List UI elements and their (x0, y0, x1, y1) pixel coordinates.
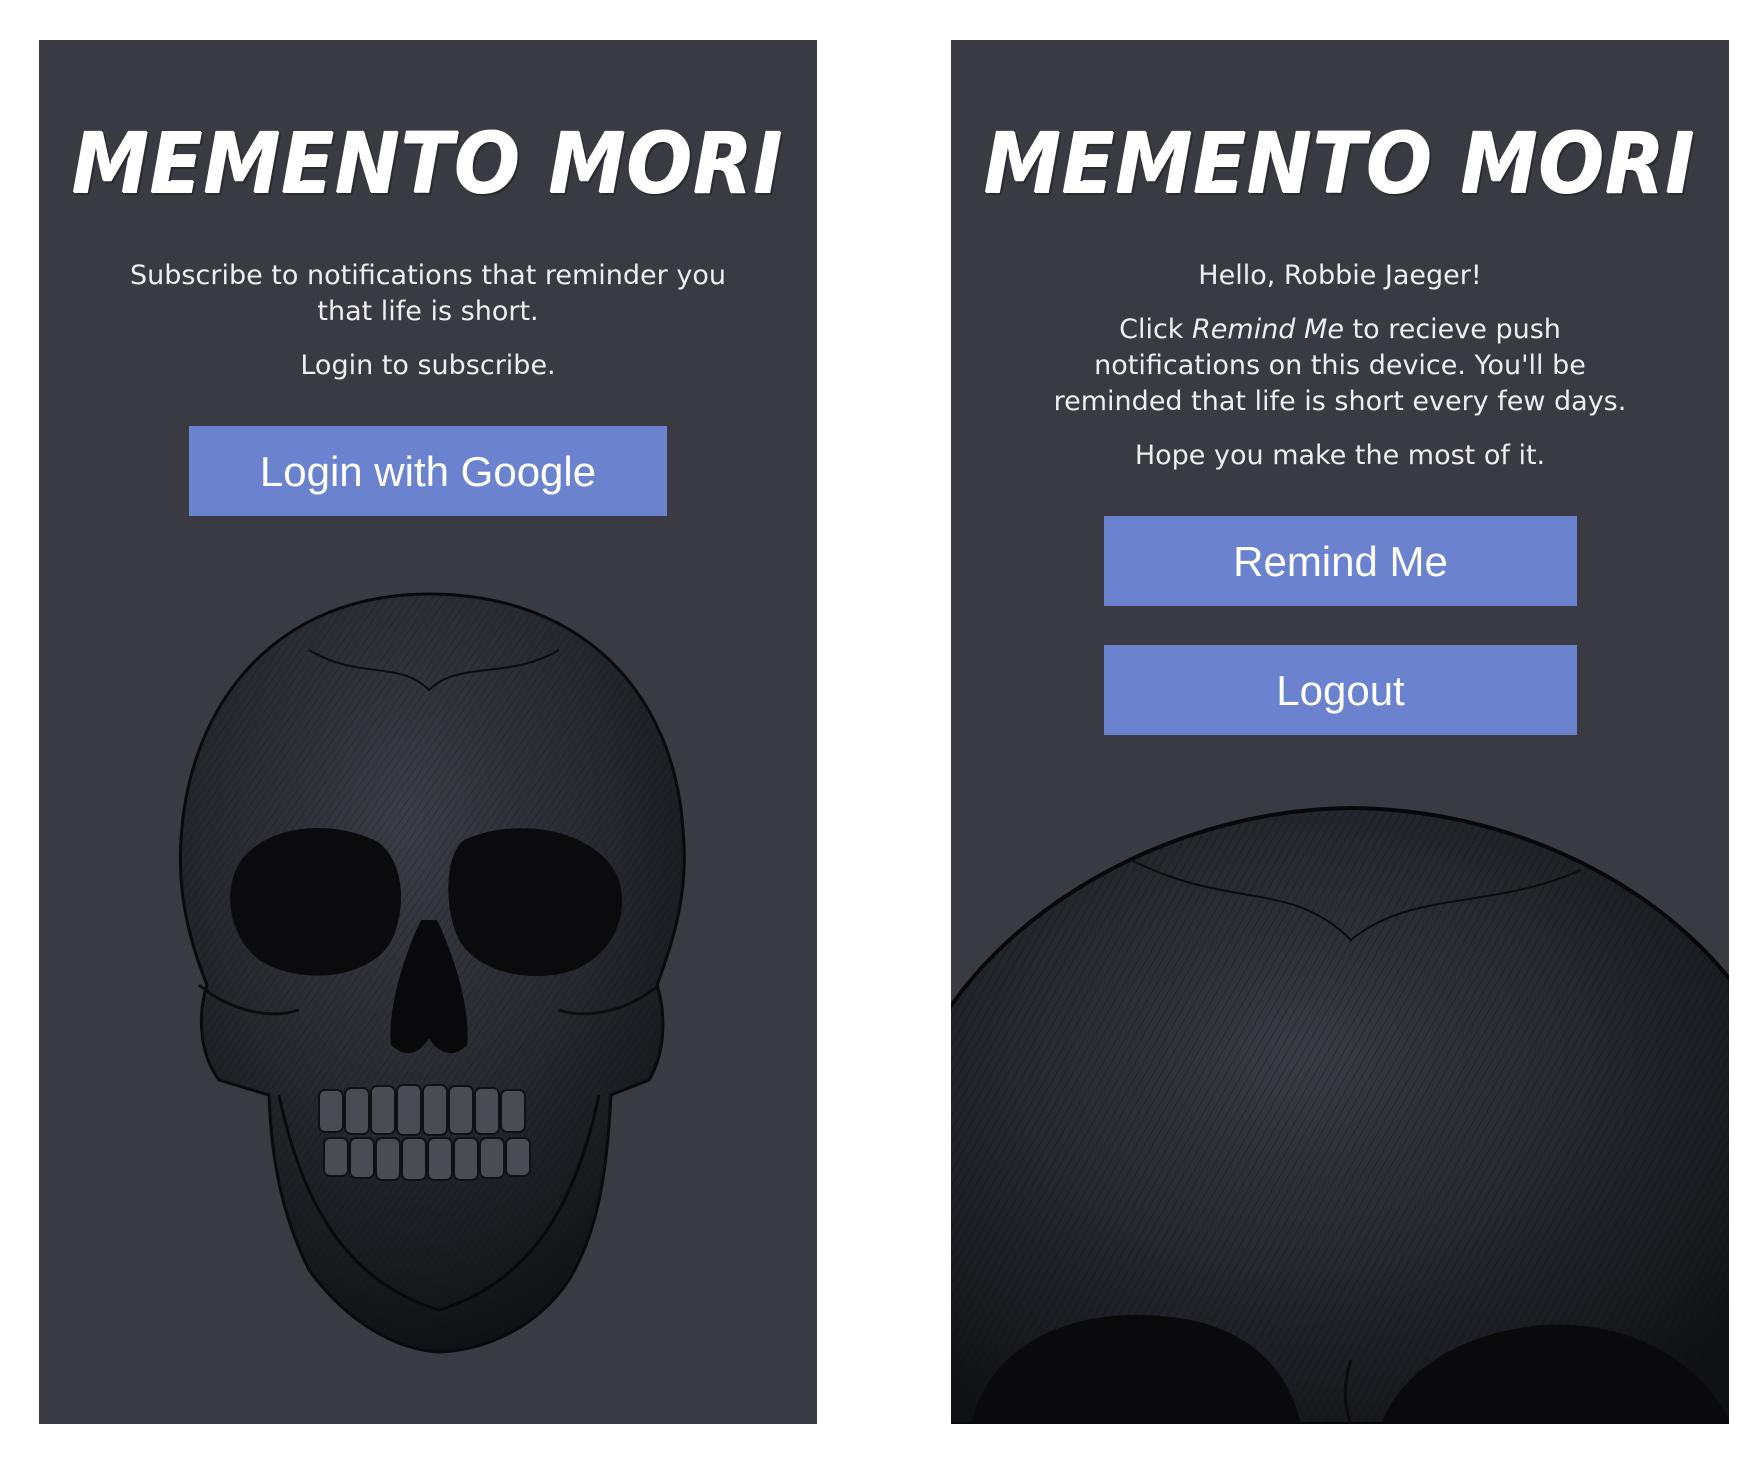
login-prompt: Login to subscribe. (300, 350, 556, 381)
logout-button[interactable]: Logout (1104, 645, 1577, 735)
instructions-prefix: Click (1119, 314, 1193, 345)
intro-line-2: that life is short. (317, 296, 539, 327)
login-prompt-wrap: Login to subscribe. (99, 348, 757, 384)
app-logo: MEMENTO MORI (984, 115, 1696, 213)
canvas: MEMENTO MORI Subscribe to notifications … (0, 0, 1764, 1460)
instructions-line-2: notifications on this device. You'll be (1094, 350, 1586, 381)
instructions: Click Remind Me to recieve push notifica… (1011, 312, 1669, 420)
greeting: Hello, Robbie Jaeger! (1198, 260, 1482, 291)
instructions-line-1-rest: to recieve push (1343, 314, 1561, 345)
app-logo: MEMENTO MORI (72, 115, 784, 213)
skull-illustration-icon (951, 805, 1729, 1424)
instructions-emphasis: Remind Me (1192, 314, 1344, 345)
login-intro: Subscribe to notifications that reminder… (99, 258, 757, 330)
home-screen: MEMENTO MORI Hello, Robbie Jaeger! Click… (951, 40, 1729, 1424)
login-screen: MEMENTO MORI Subscribe to notifications … (39, 40, 817, 1424)
closing-wrap: Hope you make the most of it. (1011, 438, 1669, 474)
instructions-line-3: reminded that life is short every few da… (1053, 386, 1627, 417)
intro-line-1: Subscribe to notifications that reminder… (130, 260, 726, 291)
instructions-line-1: Click Remind Me to recieve push (1011, 312, 1669, 348)
skull-illustration-icon (178, 592, 686, 1354)
greeting-wrap: Hello, Robbie Jaeger! (1011, 258, 1669, 294)
remind-me-button[interactable]: Remind Me (1104, 516, 1577, 606)
login-with-google-button[interactable]: Login with Google (189, 426, 667, 516)
closing-text: Hope you make the most of it. (1134, 440, 1546, 471)
